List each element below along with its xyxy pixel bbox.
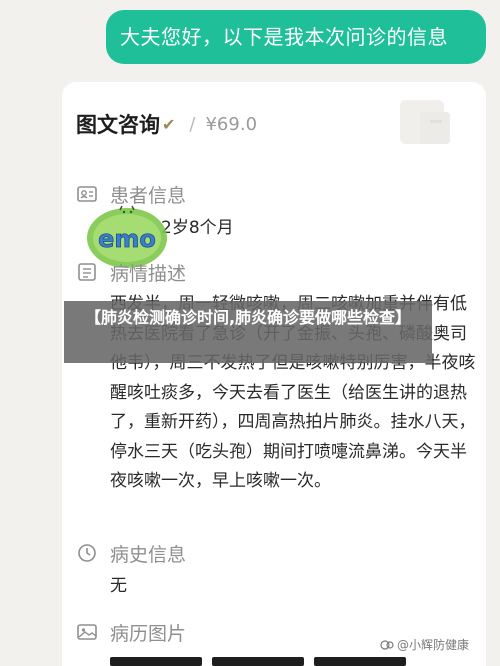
chat-message-bubble: 大夫您好，以下是我本次问诊的信息 [106, 10, 486, 64]
history-header: 病史信息 [76, 541, 187, 566]
condition-note-icon [78, 263, 96, 281]
gallery-image-icon [77, 624, 97, 640]
watermark: @小辉防健康 [380, 636, 469, 653]
history-clock-icon [78, 544, 96, 562]
watermark-logo-icon [380, 639, 394, 650]
consult-price: ¥69.0 [205, 113, 258, 135]
emo-text: emo [98, 225, 156, 253]
consult-title: 图文咨询 [76, 113, 160, 137]
condition-label: 病情描述 [110, 262, 187, 285]
image-thumbnail[interactable] [212, 657, 304, 666]
watermark-text: @小辉防健康 [397, 638, 470, 652]
history-value: 无 [110, 576, 127, 596]
card-decoration-icon [400, 100, 450, 144]
consult-header: 图文咨询 ✔ / ¥69.0 [76, 108, 257, 140]
images-header: 病历图片 [76, 620, 187, 645]
history-label: 病史信息 [110, 543, 187, 566]
image-thumbnail[interactable] [110, 657, 202, 666]
check-mark-icon: ✔ [162, 114, 176, 134]
title-overlay-banner: 【肺炎检测确诊时间,肺炎确诊要做哪些检查】 [64, 301, 432, 363]
header-separator: / [189, 113, 196, 135]
image-thumbnail[interactable] [314, 657, 406, 666]
images-label: 病历图片 [110, 622, 187, 645]
condition-header: 病情描述 [76, 260, 187, 285]
image-thumbnails [110, 657, 406, 666]
